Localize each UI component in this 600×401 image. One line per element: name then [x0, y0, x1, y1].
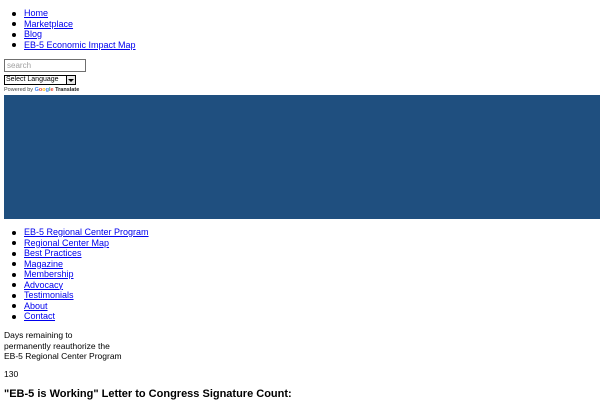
main-nav: EB-5 Regional Center Program Regional Ce… — [0, 227, 149, 322]
language-select-value: Select Language — [6, 76, 59, 83]
countdown-label-line: Days remaining to — [4, 330, 73, 340]
nav-link-home[interactable]: Home — [24, 8, 48, 18]
main-nav-item-rc-map: Regional Center Map — [0, 238, 149, 249]
nav-item-home: Home — [0, 8, 136, 19]
main-nav-item-about: About — [0, 301, 149, 312]
nav-item-blog: Blog — [0, 29, 136, 40]
nav-item-impact-map: EB-5 Economic Impact Map — [0, 40, 136, 51]
search-input[interactable] — [4, 59, 86, 72]
main-nav-item-advocacy: Advocacy — [0, 280, 149, 291]
nav-item-marketplace: Marketplace — [0, 19, 136, 30]
main-nav-link-about[interactable]: About — [24, 301, 48, 311]
nav-link-marketplace[interactable]: Marketplace — [24, 19, 73, 29]
main-nav-link-advocacy[interactable]: Advocacy — [24, 280, 63, 290]
main-nav-link-membership[interactable]: Membership — [24, 269, 74, 279]
main-nav-link-testimonials[interactable]: Testimonials — [24, 290, 74, 300]
main-nav-link-contact[interactable]: Contact — [24, 311, 55, 321]
powered-by-label: Powered by — [4, 87, 34, 93]
main-nav-link-magazine[interactable]: Magazine — [24, 259, 63, 269]
nav-link-impact-map[interactable]: EB-5 Economic Impact Map — [24, 40, 136, 50]
top-nav: Home Marketplace Blog EB-5 Economic Impa… — [0, 8, 136, 50]
main-nav-item-magazine: Magazine — [0, 259, 149, 270]
main-nav-link-rc-map[interactable]: Regional Center Map — [24, 238, 109, 248]
countdown-label-line: permanently reauthorize the — [4, 340, 110, 351]
main-nav-item-contact: Contact — [0, 311, 149, 322]
signature-count-heading: "EB-5 is Working" Letter to Congress Sig… — [4, 388, 292, 400]
language-select[interactable]: Select Language — [4, 75, 76, 85]
main-nav-item-best-practices: Best Practices — [0, 248, 149, 259]
main-nav-link-best-practices[interactable]: Best Practices — [24, 248, 82, 258]
powered-by-google-translate: Powered by Google Translate — [4, 87, 79, 94]
main-nav-item-testimonials: Testimonials — [0, 290, 149, 301]
countdown-days-value: 130 — [4, 369, 19, 379]
countdown-label: Days remaining to permanently reauthoriz… — [4, 330, 122, 362]
translate-link[interactable]: Translate — [55, 87, 79, 93]
main-nav-link-program[interactable]: EB-5 Regional Center Program — [24, 227, 149, 237]
main-nav-item-membership: Membership — [0, 269, 149, 280]
countdown-label-line: EB-5 Regional Center Program — [4, 351, 122, 361]
nav-link-blog[interactable]: Blog — [24, 29, 42, 39]
main-nav-item-program: EB-5 Regional Center Program — [0, 227, 149, 238]
chevron-down-icon[interactable] — [66, 76, 75, 84]
header-banner — [4, 95, 600, 219]
google-logo: Google — [34, 87, 54, 93]
